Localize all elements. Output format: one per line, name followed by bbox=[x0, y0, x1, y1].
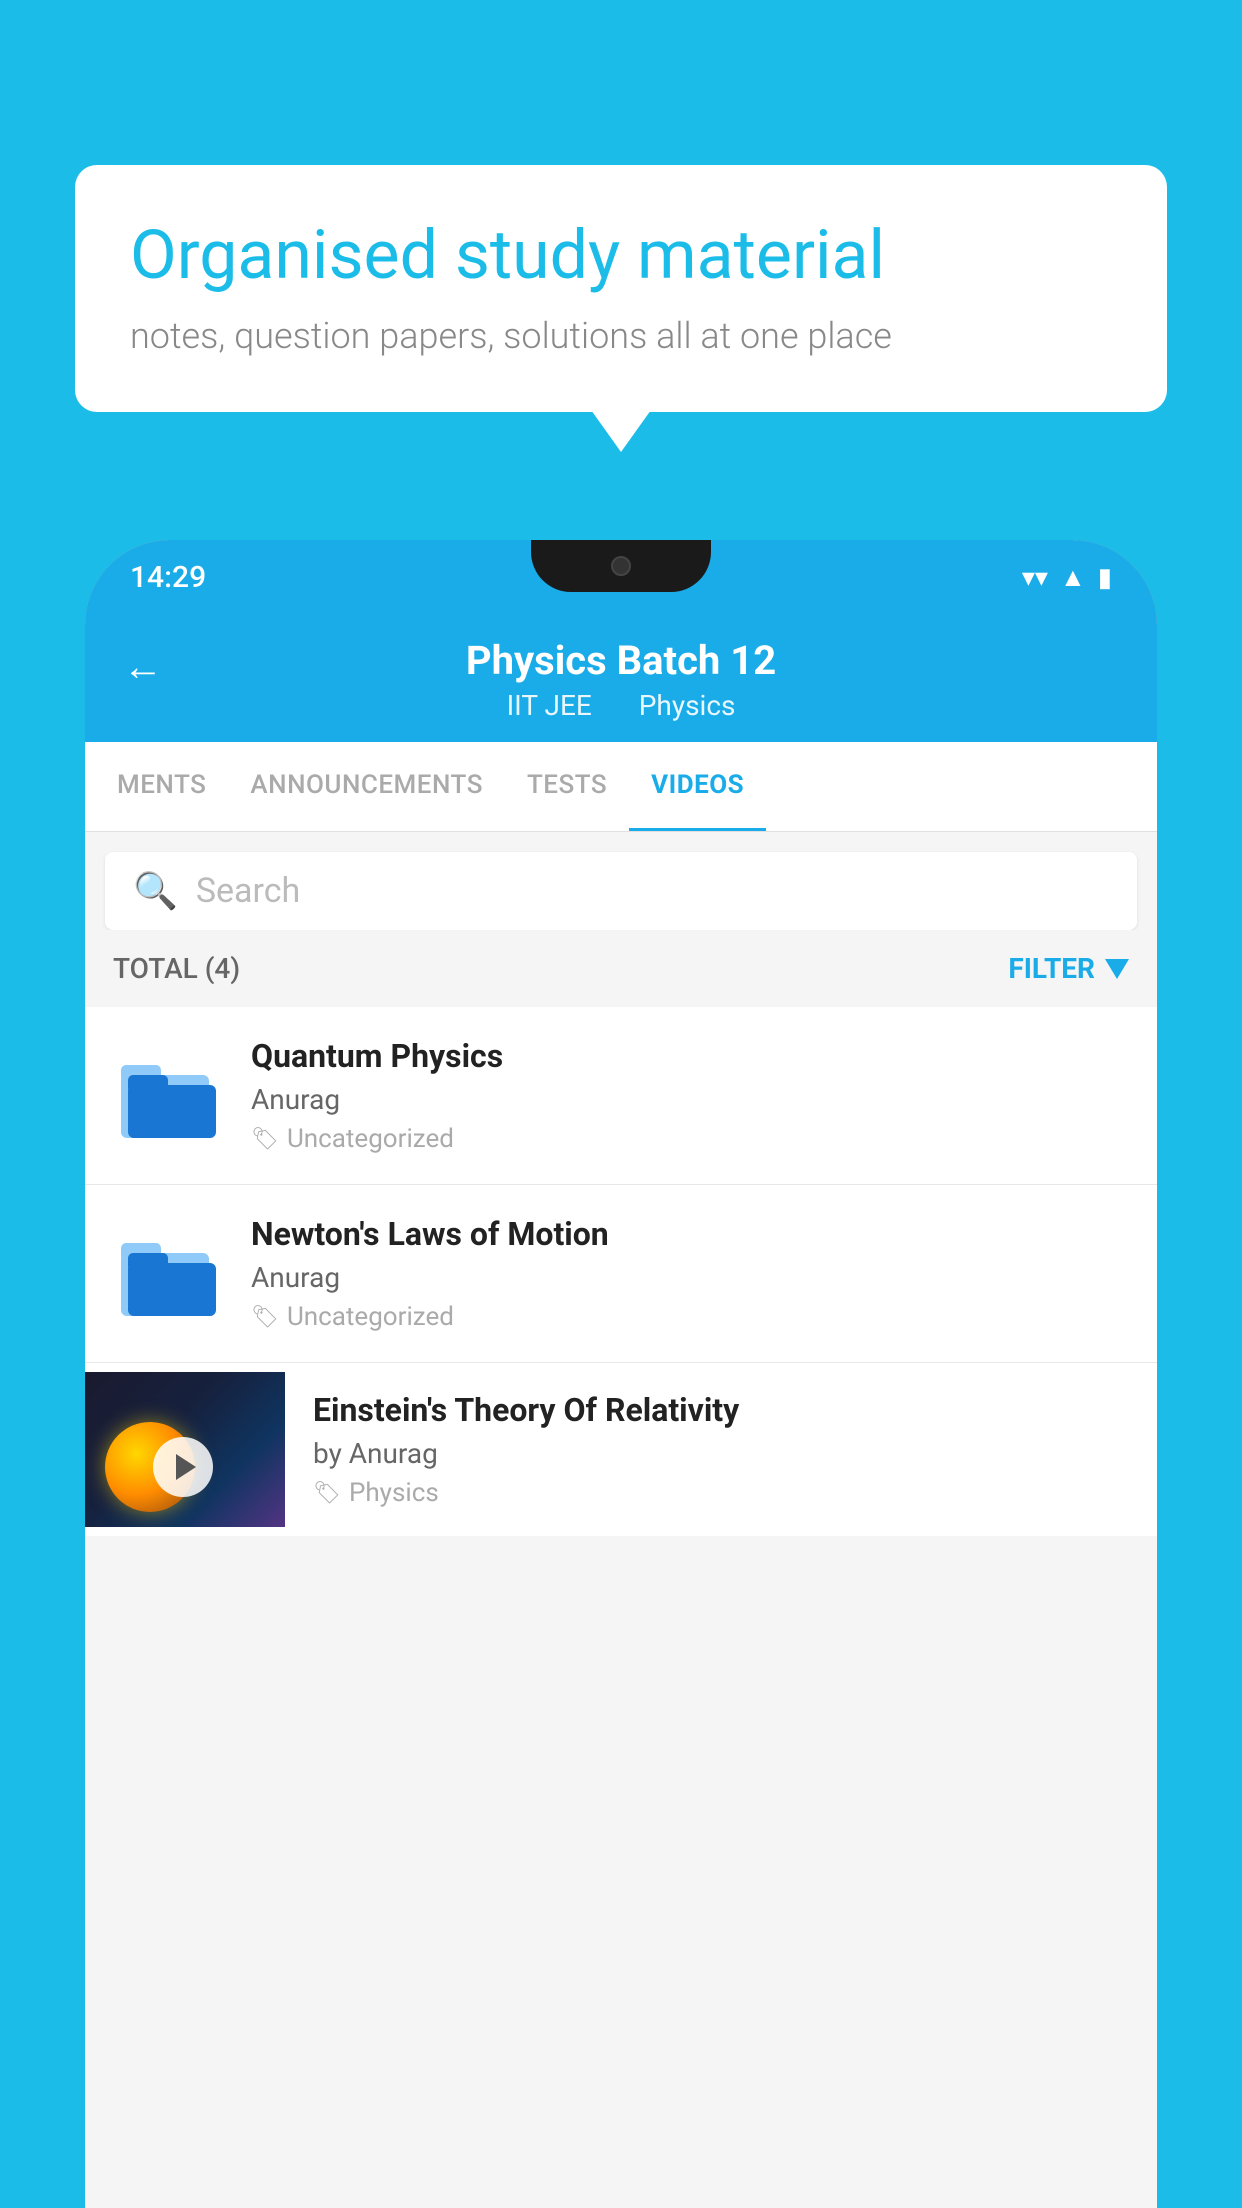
video-author-2: Anurag bbox=[251, 1261, 1129, 1294]
video-author-3: by Anurag bbox=[313, 1437, 1129, 1470]
list-item[interactable]: Quantum Physics Anurag 🏷 Uncategorized bbox=[85, 1007, 1157, 1185]
tag-label-3: Physics bbox=[349, 1478, 439, 1508]
total-label: TOTAL (4) bbox=[113, 952, 240, 985]
tab-ments[interactable]: MENTS bbox=[95, 742, 228, 831]
back-button[interactable]: ← bbox=[123, 643, 163, 690]
tab-tests[interactable]: TESTS bbox=[505, 742, 629, 831]
status-time: 14:29 bbox=[130, 560, 206, 595]
wifi-icon: ▾▾ bbox=[1022, 563, 1048, 593]
camera-dot bbox=[611, 556, 631, 576]
header-subtitle-iitjee: IIT JEE bbox=[507, 689, 592, 722]
search-icon: 🔍 bbox=[133, 870, 178, 912]
video-list: Quantum Physics Anurag 🏷 Uncategorized bbox=[85, 1007, 1157, 1536]
tab-announcements[interactable]: ANNOUNCEMENTS bbox=[228, 742, 505, 831]
video-tag-3: 🏷 Physics bbox=[313, 1478, 1129, 1508]
header-subtitle: IIT JEE Physics bbox=[497, 689, 746, 722]
video-title-2: Newton's Laws of Motion bbox=[251, 1215, 1129, 1253]
phone-screen: 🔍 Search TOTAL (4) FILTER bbox=[85, 832, 1157, 2208]
video-title-1: Quantum Physics bbox=[251, 1037, 1129, 1075]
status-bar: 14:29 ▾▾ ▲ ▮ bbox=[85, 540, 1157, 615]
bubble-subtitle: notes, question papers, solutions all at… bbox=[130, 315, 1112, 357]
video-tag-2: 🏷 Uncategorized bbox=[251, 1302, 1129, 1332]
tag-label-1: Uncategorized bbox=[287, 1124, 454, 1154]
filter-icon bbox=[1105, 959, 1129, 979]
list-item[interactable]: Newton's Laws of Motion Anurag 🏷 Uncateg… bbox=[85, 1185, 1157, 1363]
tag-icon-1: 🏷 bbox=[251, 1127, 279, 1152]
tag-label-2: Uncategorized bbox=[287, 1302, 454, 1332]
tab-videos[interactable]: VIDEOS bbox=[629, 742, 766, 831]
filter-bar: TOTAL (4) FILTER bbox=[85, 930, 1157, 1007]
video-tag-1: 🏷 Uncategorized bbox=[251, 1124, 1129, 1154]
battery-icon: ▮ bbox=[1098, 563, 1112, 593]
header-subtitle-physics: Physics bbox=[639, 689, 736, 722]
play-button-3[interactable] bbox=[153, 1437, 213, 1497]
folder-thumb-1 bbox=[113, 1048, 223, 1143]
search-input-placeholder[interactable]: Search bbox=[196, 871, 300, 911]
folder-icon-1 bbox=[121, 1053, 216, 1138]
phone-inner: 14:29 ▾▾ ▲ ▮ ← Physics Batch 12 IIT JEE … bbox=[85, 540, 1157, 2208]
bubble-title: Organised study material bbox=[130, 215, 1112, 297]
search-bar[interactable]: 🔍 Search bbox=[105, 852, 1137, 930]
video-author-1: Anurag bbox=[251, 1083, 1129, 1116]
filter-label: FILTER bbox=[1008, 952, 1095, 985]
folder-icon-2 bbox=[121, 1231, 216, 1316]
tag-icon-3: 🏷 bbox=[313, 1481, 341, 1506]
speech-bubble: Organised study material notes, question… bbox=[75, 165, 1167, 412]
video-info-3: Einstein's Theory Of Relativity by Anura… bbox=[285, 1363, 1129, 1536]
play-triangle-icon bbox=[176, 1454, 196, 1480]
signal-icon: ▲ bbox=[1060, 562, 1086, 593]
notch bbox=[531, 540, 711, 592]
list-item[interactable]: Einstein's Theory Of Relativity by Anura… bbox=[85, 1363, 1157, 1536]
video-info-1: Quantum Physics Anurag 🏷 Uncategorized bbox=[251, 1037, 1129, 1154]
app-header: ← Physics Batch 12 IIT JEE Physics bbox=[85, 615, 1157, 742]
filter-button[interactable]: FILTER bbox=[1008, 952, 1129, 985]
tabs-bar: MENTS ANNOUNCEMENTS TESTS VIDEOS bbox=[85, 742, 1157, 832]
status-icons: ▾▾ ▲ ▮ bbox=[1022, 562, 1112, 593]
header-title: Physics Batch 12 bbox=[466, 637, 776, 684]
tag-icon-2: 🏷 bbox=[251, 1305, 279, 1330]
folder-thumb-2 bbox=[113, 1226, 223, 1321]
phone-frame: 14:29 ▾▾ ▲ ▮ ← Physics Batch 12 IIT JEE … bbox=[85, 540, 1157, 2208]
video-thumbnail-3 bbox=[85, 1372, 285, 1527]
video-title-3: Einstein's Theory Of Relativity bbox=[313, 1391, 1129, 1429]
video-info-2: Newton's Laws of Motion Anurag 🏷 Uncateg… bbox=[251, 1215, 1129, 1332]
